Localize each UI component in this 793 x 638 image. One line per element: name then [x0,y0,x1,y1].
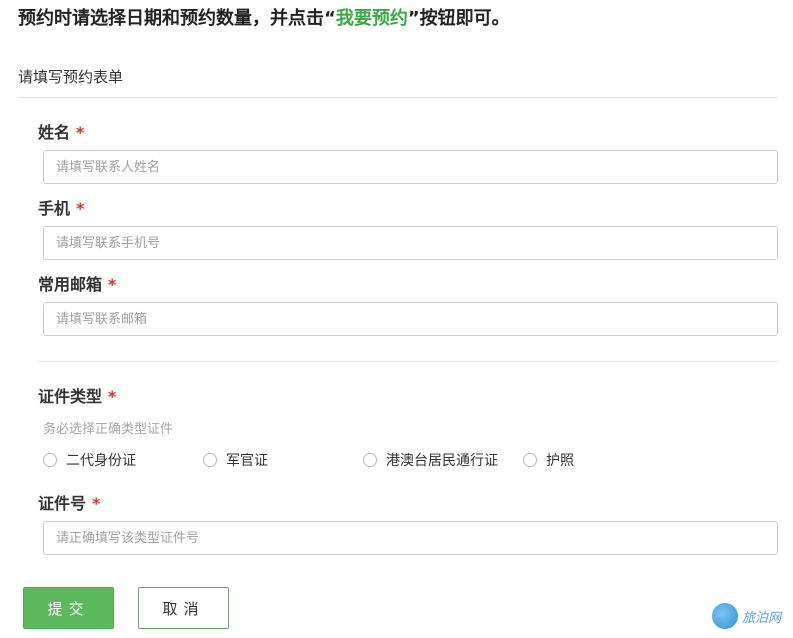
instruction-suffix: ”按钮即可。 [407,8,510,29]
radio-passport[interactable]: 护照 [523,450,574,470]
radio-id-card[interactable]: 二代身份证 [43,450,136,470]
cancel-button[interactable]: 取消 [138,587,229,629]
radio-circle-icon[interactable] [363,453,377,467]
watermark-text: 旅泊网 [742,610,782,626]
section-divider [38,361,778,362]
name-label: 姓名 * [38,122,84,144]
globe-icon [712,603,738,629]
required-mark: * [76,123,85,142]
required-mark: * [108,387,117,406]
instruction-highlight: 我要预约 [335,8,408,29]
radio-label: 护照 [546,453,574,469]
email-label: 常用邮箱 * [38,274,116,296]
id-number-input[interactable] [43,521,778,555]
radio-label: 二代身份证 [66,453,136,469]
email-input[interactable] [43,302,778,336]
name-input[interactable] [43,150,778,184]
id-number-label-text: 证件号 [38,494,87,513]
radio-circle-icon[interactable] [43,453,57,467]
name-label-text: 姓名 [38,123,71,142]
watermark-logo: 旅泊网 [712,598,790,634]
form-title-divider [18,97,778,98]
instruction-text: 预约时请选择日期和预约数量，并点击“我要预约”按钮即可。 [18,6,510,32]
phone-label: 手机 * [38,198,84,220]
form-title: 请填写预约表单 [18,68,124,86]
email-label-text: 常用邮箱 [38,275,103,294]
radio-circle-icon[interactable] [523,453,537,467]
instruction-prefix: 预约时请选择日期和预约数量，并点击“ [18,8,336,29]
required-mark: * [92,494,101,513]
required-mark: * [108,275,117,294]
required-mark: * [76,199,85,218]
id-type-hint: 务必选择正确类型证件 [43,422,174,437]
id-type-label: 证件类型 * [38,386,116,408]
id-type-label-text: 证件类型 [38,387,103,406]
phone-input[interactable] [43,226,778,260]
phone-label-text: 手机 [38,199,71,218]
radio-officer-card[interactable]: 军官证 [203,450,268,470]
radio-circle-icon[interactable] [203,453,217,467]
radio-label: 港澳台居民通行证 [386,453,498,469]
submit-button[interactable]: 提交 [23,587,114,629]
radio-hk-macau-taiwan-permit[interactable]: 港澳台居民通行证 [363,450,498,470]
id-number-label: 证件号 * [38,493,100,515]
radio-label: 军官证 [226,453,268,469]
